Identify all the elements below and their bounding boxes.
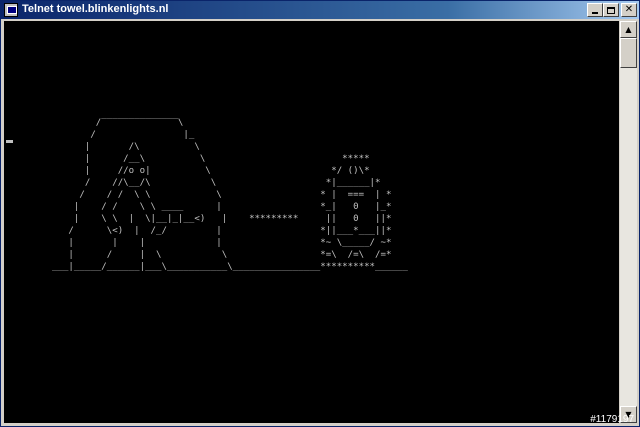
telnet-window: Telnet towel.blinkenlights.nl ✕ /‾‾‾‾‾‾‾… (0, 0, 640, 427)
scroll-up-button[interactable]: ▲ (620, 21, 637, 38)
close-button[interactable]: ✕ (621, 3, 637, 17)
image-id-watermark: #1179197 (590, 414, 634, 425)
telnet-app-icon[interactable] (4, 3, 18, 17)
scroll-thumb[interactable] (620, 38, 637, 68)
close-icon: ✕ (624, 4, 634, 15)
telnet-console[interactable]: /‾‾‾‾‾‾‾‾‾‾‾‾‾‾\ / |_ | /\ \ | /__\ \ **… (4, 21, 619, 423)
vertical-scrollbar[interactable]: ▲ ▼ (620, 21, 637, 423)
arrow-up-icon: ▲ (625, 25, 632, 34)
minimize-icon (592, 12, 598, 14)
window-title: Telnet towel.blinkenlights.nl (22, 3, 169, 15)
ascii-art-scene: /‾‾‾‾‾‾‾‾‾‾‾‾‾‾\ / |_ | /\ \ | /__\ \ **… (52, 118, 408, 272)
minimize-button[interactable] (587, 3, 603, 17)
maximize-button[interactable] (603, 3, 619, 17)
text-cursor (6, 140, 13, 143)
maximize-icon (607, 6, 615, 14)
title-bar[interactable]: Telnet towel.blinkenlights.nl ✕ (1, 1, 639, 19)
